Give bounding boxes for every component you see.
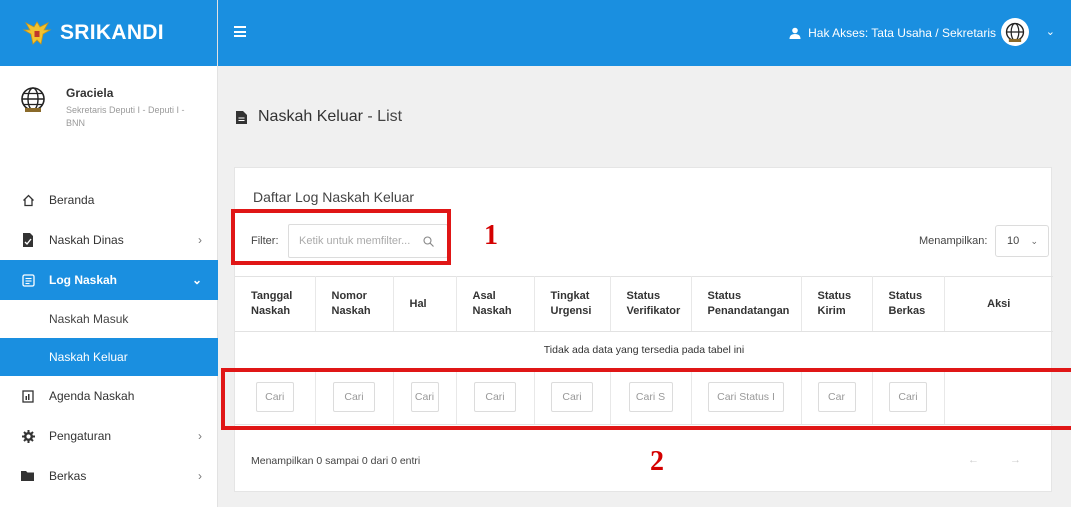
annotation-box-2 [221, 368, 1071, 430]
column-header-status-verifikator[interactable]: Status Verifikator [610, 276, 692, 332]
empty-row: Tidak ada data yang tersedia pada tabel … [235, 331, 1053, 369]
hamburger-menu-icon[interactable] [234, 26, 246, 37]
sidebar-item-label: Naskah Keluar [49, 350, 128, 364]
column-header-aksi: Aksi [944, 276, 1053, 332]
column-header-status-penandatangan[interactable]: Status Penandatangan [691, 276, 802, 332]
sidebar-item-pengaturan[interactable]: Pengaturan › [0, 416, 218, 456]
sidebar-item-log-naskah[interactable]: Log Naskah ⌄ [0, 260, 218, 300]
home-icon [20, 192, 36, 208]
avatar-globe-icon [1005, 22, 1025, 42]
sidebar-item-label: Berkas [49, 469, 87, 483]
sidebar-item-beranda[interactable]: Beranda [0, 180, 218, 220]
log-icon [20, 272, 36, 288]
sidebar-item-label: Beranda [49, 193, 95, 207]
sidebar-subitem-naskah-keluar[interactable]: Naskah Keluar [0, 338, 218, 376]
column-header-tanggal[interactable]: Tanggal Naskah [235, 276, 316, 332]
access-text: Hak Akses: Tata Usaha / Sekretaris [808, 26, 996, 40]
user-profile: Graciela Sekretaris Deputi I - Deputi I … [0, 66, 217, 158]
column-header-asal[interactable]: Asal Naskah [456, 276, 535, 332]
column-header-status-berkas[interactable]: Status Berkas [872, 276, 945, 332]
column-header-hal[interactable]: Hal [393, 276, 457, 332]
page-length-value: 10 [1007, 235, 1020, 247]
sidebar-item-agenda-naskah[interactable]: Agenda Naskah [0, 376, 218, 416]
page-length-select[interactable]: 10 ⌄ [995, 225, 1049, 257]
sidebar-item-label: Naskah Masuk [49, 312, 129, 326]
column-header-tingkat[interactable]: Tingkat Urgensi [534, 276, 611, 332]
user-name: Graciela [66, 86, 114, 100]
agenda-icon [20, 388, 36, 404]
entries-info: Menampilkan 0 sampai 0 dari 0 entri [251, 455, 421, 467]
sidebar: SRIKANDI Graciela Sekretaris Deputi I - … [0, 0, 218, 507]
file-icon [236, 110, 247, 124]
user-icon [789, 27, 801, 39]
empty-message: Tidak ada data yang tersedia pada tabel … [235, 331, 1053, 369]
card-title: Daftar Log Naskah Keluar [253, 189, 415, 205]
chevron-right-icon: › [198, 429, 202, 443]
chevron-down-icon: ⌄ [1030, 236, 1038, 246]
pagination-arrows[interactable]: ← → [968, 454, 1035, 466]
page-title: Naskah Keluar - List [236, 108, 402, 126]
user-role: Sekretaris Deputi I - Deputi I - BNN [66, 105, 185, 128]
show-label: Menampilkan: [919, 235, 988, 247]
document-icon [20, 232, 36, 248]
sidebar-item-label: Naskah Dinas [49, 233, 124, 247]
sidebar-item-berkas[interactable]: Berkas › [0, 456, 218, 496]
page-title-main: Naskah Keluar [258, 108, 363, 125]
gear-icon [20, 428, 36, 444]
top-avatar[interactable] [1001, 18, 1029, 46]
column-header-status-kirim[interactable]: Status Kirim [801, 276, 873, 332]
sidebar-subitem-naskah-masuk[interactable]: Naskah Masuk [0, 300, 218, 338]
folder-icon [20, 468, 36, 484]
annotation-box-1 [231, 209, 451, 265]
column-header-nomor[interactable]: Nomor Naskah [315, 276, 394, 332]
annotation-number-1: 1 [484, 220, 498, 251]
app-name[interactable]: SRIKANDI [60, 21, 164, 45]
sidebar-item-label: Log Naskah [49, 273, 118, 287]
table-header-row: Tanggal Naskah Nomor Naskah Hal Asal Naskah… [235, 276, 1053, 332]
chevron-down-icon: ⌄ [191, 273, 202, 287]
page-title-sub: - List [362, 108, 403, 125]
sidebar-item-naskah-dinas[interactable]: Naskah Dinas › [0, 220, 218, 260]
sidebar-menu: Beranda Naskah Dinas › Log Naskah ⌄ Nask… [0, 180, 218, 496]
sidebar-item-label: Agenda Naskah [49, 389, 135, 403]
access-role[interactable]: Hak Akses: Tata Usaha / Sekretaris [789, 26, 996, 40]
top-bar: Hak Akses: Tata Usaha / Sekretaris ⌄ [218, 0, 1071, 66]
sidebar-item-label: Pengaturan [49, 429, 112, 443]
annotation-number-2: 2 [650, 446, 664, 477]
avatar-globe-icon [21, 87, 45, 112]
chevron-down-icon[interactable]: ⌄ [1046, 25, 1055, 38]
garuda-logo-icon [22, 21, 52, 45]
chevron-right-icon: › [198, 233, 202, 247]
brand-bar: SRIKANDI [0, 0, 217, 66]
chevron-right-icon: › [198, 469, 202, 483]
